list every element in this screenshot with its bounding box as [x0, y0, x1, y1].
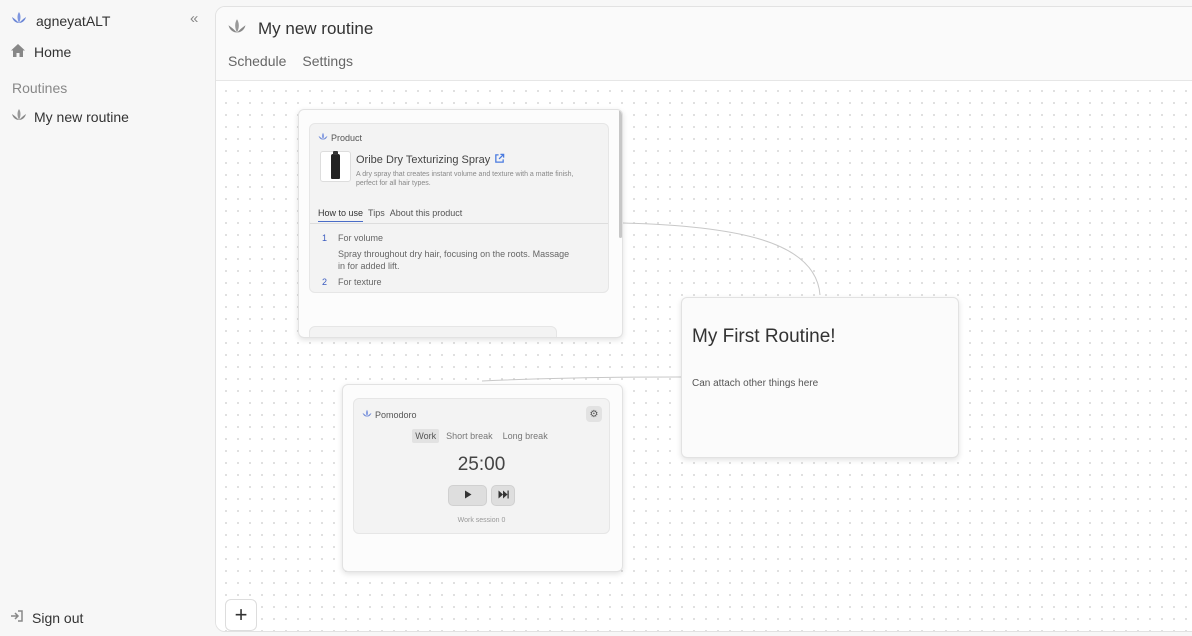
page-title-text: My new routine [258, 19, 374, 38]
page-title: My new routine [227, 18, 373, 40]
step-item: 1 For volume [322, 232, 578, 244]
pomodoro-settings-button[interactable]: ⚙ [586, 406, 602, 422]
product-card: Product Oribe Dry Texturizing Spray A dr… [309, 123, 609, 293]
spray-bottle-image [331, 151, 340, 179]
sidebar-section-routines: Routines [12, 80, 68, 96]
edge-pomodoro-to-routine [481, 376, 682, 382]
home-icon [10, 43, 26, 61]
pomodoro-session: Work session 0 [457, 517, 506, 524]
tab-schedule[interactable]: Schedule [228, 53, 286, 69]
sign-out-button[interactable]: Sign out [10, 609, 83, 626]
skip-forward-icon [498, 490, 509, 501]
product-node-label: Product [331, 132, 363, 143]
product-name-link[interactable]: Oribe Dry Texturizing Spray [356, 153, 505, 167]
routine-description: Can attach other things here [692, 378, 819, 389]
product-image [320, 151, 351, 182]
workspace-name: agneyatALT [36, 12, 111, 29]
step-number: 2 [322, 277, 328, 287]
edge-product-to-routine [622, 222, 821, 296]
lotus-icon [11, 108, 27, 125]
page-header: My new routine Schedule Settings [216, 7, 1192, 81]
product-node-scrollbar[interactable] [619, 110, 622, 238]
lotus-icon [362, 409, 372, 420]
pomodoro-controls [354, 485, 609, 506]
lotus-icon [227, 18, 247, 40]
tab-how-to-use[interactable]: How to use [318, 208, 364, 222]
lotus-icon [318, 132, 328, 143]
workspace-brand[interactable]: agneyatALT [11, 11, 110, 30]
product-name: Oribe Dry Texturizing Spray [356, 154, 491, 166]
sign-out-icon [10, 609, 24, 626]
sidebar-item-home[interactable]: Home [10, 43, 71, 61]
next-product-card [309, 326, 557, 337]
tab-about-this-product[interactable]: About this product [390, 208, 463, 222]
step-item: 2 For texture [322, 276, 578, 288]
plus-icon: + [234, 602, 248, 627]
product-tabs-divider [310, 223, 608, 224]
gear-icon: ⚙ [589, 408, 599, 420]
mode-long-break[interactable]: Long break [500, 429, 551, 443]
page-tabs: Schedule Settings [228, 53, 353, 69]
tab-settings[interactable]: Settings [302, 53, 353, 69]
sidebar-item-my-new-routine[interactable]: My new routine [11, 108, 129, 125]
mode-work[interactable]: Work [412, 429, 440, 443]
play-icon [464, 490, 472, 501]
step-title: For texture [338, 277, 382, 287]
product-description: A dry spray that creates instant volume … [356, 171, 574, 187]
pomodoro-node[interactable]: Pomodoro ⚙ Work Short break Long break 2… [342, 384, 623, 572]
product-tabs: How to use Tips About this product [318, 208, 462, 222]
tab-tips[interactable]: Tips [368, 208, 385, 222]
sidebar: agneyatALT « Home Routines My new routin… [0, 0, 215, 636]
lotus-icon [11, 11, 27, 30]
sidebar-item-label: Home [34, 44, 72, 60]
external-link-icon[interactable] [494, 153, 505, 167]
routine-canvas[interactable]: Product Oribe Dry Texturizing Spray A dr… [216, 81, 1192, 631]
product-node-header: Product [318, 132, 362, 143]
pomodoro-label: Pomodoro [375, 409, 417, 420]
play-button[interactable] [448, 485, 487, 506]
pomodoro-timer: 25:00 [457, 454, 506, 475]
mode-short-break[interactable]: Short break [443, 429, 496, 443]
step-description: Spray throughout dry hair, focusing on t… [338, 249, 570, 271]
double-chevron-left-icon: « [190, 10, 199, 27]
routine-node[interactable]: My First Routine! Can attach other thing… [681, 297, 959, 458]
skip-button[interactable] [491, 485, 515, 506]
sign-out-label: Sign out [32, 609, 84, 626]
product-node[interactable]: Product Oribe Dry Texturizing Spray A dr… [298, 109, 623, 338]
pomodoro-modes: Work Short break Long break [354, 429, 609, 443]
product-steps: 1 For volume Spray throughout dry hair, … [322, 232, 578, 288]
sidebar-item-label: My new routine [34, 108, 129, 125]
step-title: For volume [338, 233, 384, 243]
pomodoro-header: Pomodoro [362, 409, 417, 420]
routine-title: My First Routine! [692, 326, 836, 347]
step-number: 1 [322, 233, 328, 243]
pomodoro-card: Pomodoro ⚙ Work Short break Long break 2… [353, 398, 610, 534]
main-panel: My new routine Schedule Settings Product [215, 6, 1192, 632]
add-node-button[interactable]: + [225, 599, 257, 631]
collapse-sidebar-button[interactable]: « [190, 11, 198, 27]
